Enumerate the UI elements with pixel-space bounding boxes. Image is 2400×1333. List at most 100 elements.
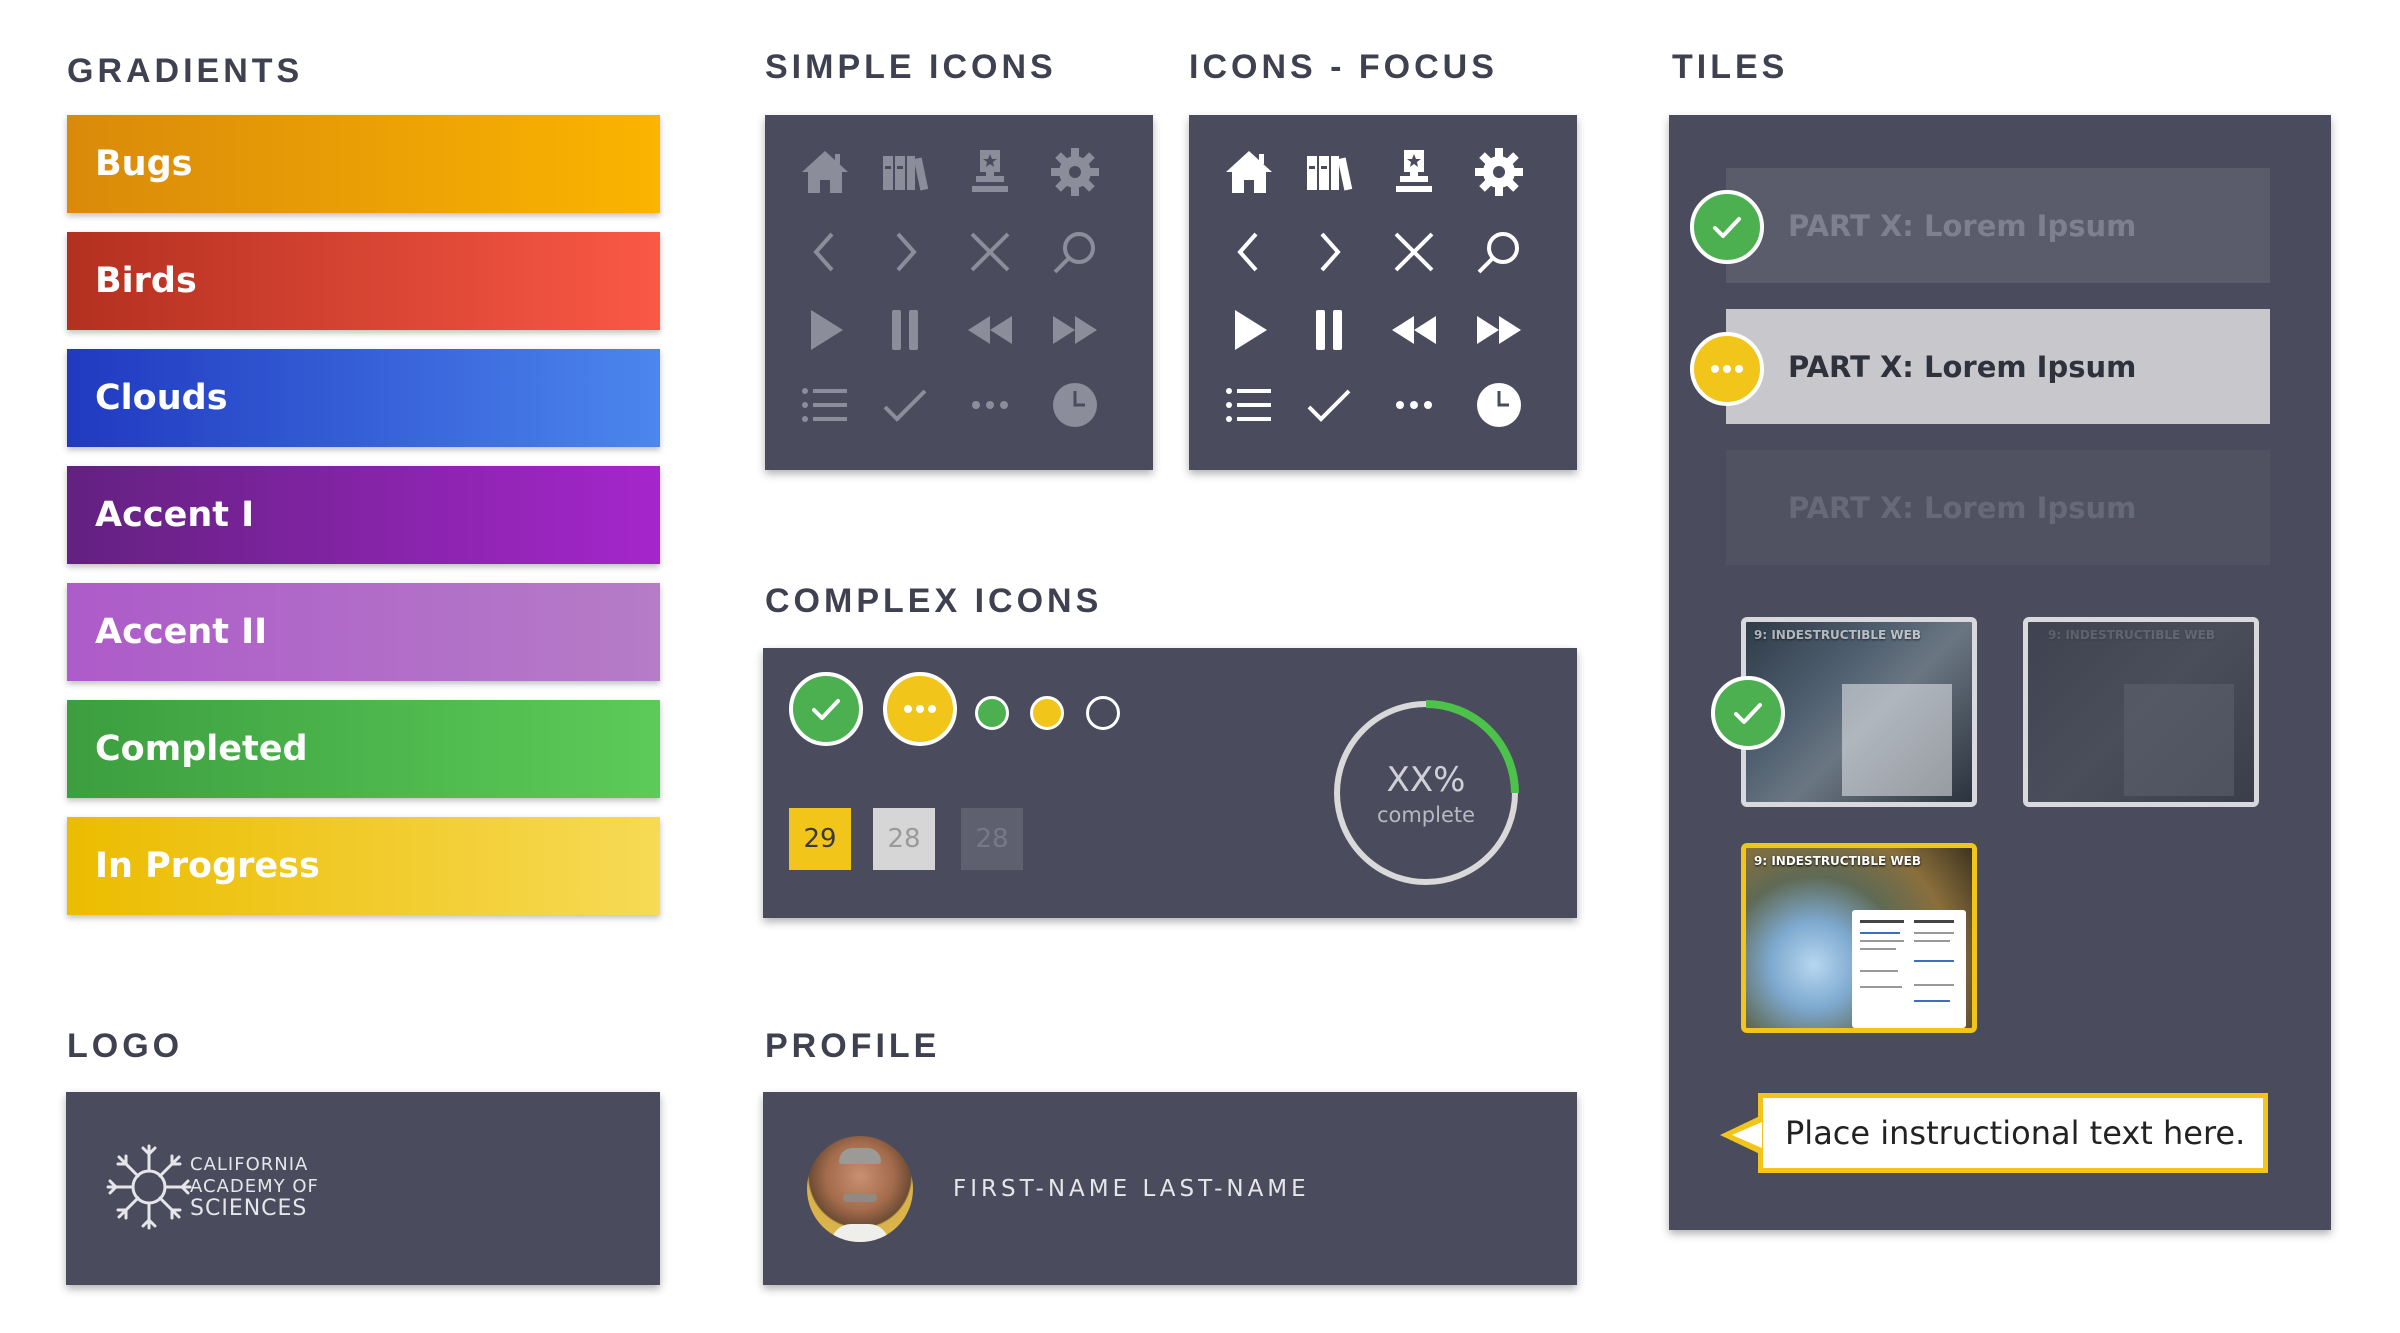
list-icon[interactable] — [790, 370, 860, 440]
gradient-label: In Progress — [95, 846, 320, 886]
clock-icon[interactable] — [1464, 370, 1534, 440]
logo-line-2: ACADEMY OF — [190, 1176, 319, 1197]
in-progress-badge[interactable] — [883, 672, 957, 746]
more-icon — [1711, 365, 1743, 373]
close-icon[interactable] — [955, 217, 1025, 287]
fast-forward-icon[interactable] — [1464, 295, 1534, 365]
more-icon[interactable] — [1379, 370, 1449, 440]
academy-logo-icon — [106, 1144, 192, 1230]
profile-panel: FIRST-NAME LAST-NAME — [763, 1092, 1577, 1285]
logo-line-1: CALIFORNIA — [190, 1154, 309, 1175]
avatar[interactable] — [807, 1136, 913, 1242]
simple-icons-grid — [765, 115, 1153, 470]
close-icon[interactable] — [1379, 217, 1449, 287]
home-icon[interactable] — [1214, 137, 1284, 207]
list-icon[interactable] — [1214, 370, 1284, 440]
gradients-title: GRADIENTS — [67, 52, 304, 90]
callout-pointer — [1720, 1115, 1762, 1155]
simple-icons-panel — [765, 115, 1153, 470]
instruction-text: Place instructional text here. — [1785, 1114, 2246, 1152]
gear-icon[interactable] — [1464, 137, 1534, 207]
more-icon[interactable] — [955, 370, 1025, 440]
gradient-label: Accent I — [95, 495, 255, 535]
thumb-completed-check — [1711, 676, 1785, 750]
simple-icons-title: SIMPLE ICONS — [765, 48, 1057, 86]
tile-in-progress[interactable]: PART X: Lorem Ipsum — [1726, 309, 2270, 424]
gradient-label: Accent II — [95, 612, 268, 652]
pause-icon[interactable] — [1294, 295, 1364, 365]
rewind-icon[interactable] — [955, 295, 1025, 365]
focus-icons-grid — [1189, 115, 1577, 470]
date-badge-disabled: 28 — [961, 808, 1023, 870]
date-badge-default[interactable]: 28 — [873, 808, 935, 870]
more-icon — [904, 705, 936, 713]
progress-label: complete — [1376, 803, 1476, 827]
dot-empty[interactable] — [1086, 696, 1120, 730]
gradient-label: Bugs — [95, 144, 193, 184]
tile-locked: PART X: Lorem Ipsum — [1726, 450, 2270, 565]
thumb-active[interactable]: 9: INDESTRUCTIBLE WEB — [1741, 843, 1977, 1033]
gradient-label: Birds — [95, 261, 197, 301]
tile-completed-check — [1690, 190, 1764, 264]
thumb-locked: 9: INDESTRUCTIBLE WEB — [2023, 617, 2259, 807]
search-icon[interactable] — [1040, 217, 1110, 287]
check-icon[interactable] — [1294, 370, 1364, 440]
icons-focus-title: ICONS - FOCUS — [1189, 48, 1498, 86]
play-icon[interactable] — [790, 295, 860, 365]
profile-title: PROFILE — [765, 1027, 941, 1065]
gradient-completed: Completed — [67, 700, 660, 798]
clock-icon[interactable] — [1040, 370, 1110, 440]
fast-forward-icon[interactable] — [1040, 295, 1110, 365]
gradient-birds: Birds — [67, 232, 660, 330]
chevron-right-icon[interactable] — [1294, 217, 1364, 287]
check-icon — [1734, 703, 1762, 724]
date-badge-active[interactable]: 29 — [789, 808, 851, 870]
thumb-active-title: 9: INDESTRUCTIBLE WEB — [1754, 854, 1922, 868]
tiles-title: TILES — [1672, 48, 1789, 86]
tile-in-progress-label: PART X: Lorem Ipsum — [1788, 349, 2137, 384]
books-icon[interactable] — [870, 137, 940, 207]
check-icon[interactable] — [870, 370, 940, 440]
tile-completed-label: PART X: Lorem Ipsum — [1788, 208, 2137, 243]
thumb-title: 9: INDESTRUCTIBLE WEB — [1754, 628, 1922, 642]
tile-locked-label: PART X: Lorem Ipsum — [1788, 490, 2137, 525]
logo-title: LOGO — [67, 1027, 184, 1065]
instruction-callout: Place instructional text here. — [1758, 1093, 2268, 1173]
progress-value: XX% — [1386, 760, 1466, 800]
dot-in-progress[interactable] — [1030, 696, 1064, 730]
logo-panel: CALIFORNIA ACADEMY OF SCIENCES — [66, 1092, 660, 1285]
logo-line-3: SCIENCES — [190, 1196, 308, 1221]
pause-icon[interactable] — [870, 295, 940, 365]
complex-icons-title: COMPLEX ICONS — [765, 582, 1103, 620]
gradient-clouds: Clouds — [67, 349, 660, 447]
thumb-active-content-card — [1852, 910, 1966, 1028]
chevron-right-icon[interactable] — [870, 217, 940, 287]
complete-check-badge[interactable] — [789, 672, 863, 746]
home-icon[interactable] — [790, 137, 860, 207]
gradient-label: Completed — [95, 729, 308, 769]
award-icon[interactable] — [1379, 137, 1449, 207]
books-icon[interactable] — [1294, 137, 1364, 207]
play-icon[interactable] — [1214, 295, 1284, 365]
thumb-locked-title: 9: INDESTRUCTIBLE WEB — [2048, 628, 2216, 642]
gradient-accent-ii: Accent II — [67, 583, 660, 681]
profile-name: FIRST-NAME LAST-NAME — [953, 1176, 1310, 1202]
tile-in-progress-badge — [1690, 332, 1764, 406]
rewind-icon[interactable] — [1379, 295, 1449, 365]
complex-icons-panel: 29 28 28 XX% complete — [763, 648, 1577, 918]
tile-completed[interactable]: PART X: Lorem Ipsum — [1726, 168, 2270, 283]
search-icon[interactable] — [1464, 217, 1534, 287]
chevron-left-icon[interactable] — [790, 217, 860, 287]
progress-ring: XX% complete — [1331, 698, 1521, 888]
dot-completed[interactable] — [975, 696, 1009, 730]
gradient-label: Clouds — [95, 378, 228, 418]
check-icon — [1713, 217, 1741, 238]
check-icon — [812, 699, 840, 720]
gradient-bugs: Bugs — [67, 115, 660, 213]
gear-icon[interactable] — [1040, 137, 1110, 207]
focus-icons-panel — [1189, 115, 1577, 470]
award-icon[interactable] — [955, 137, 1025, 207]
gradient-in-progress: In Progress — [67, 817, 660, 915]
chevron-left-icon[interactable] — [1214, 217, 1284, 287]
gradient-accent-i: Accent I — [67, 466, 660, 564]
